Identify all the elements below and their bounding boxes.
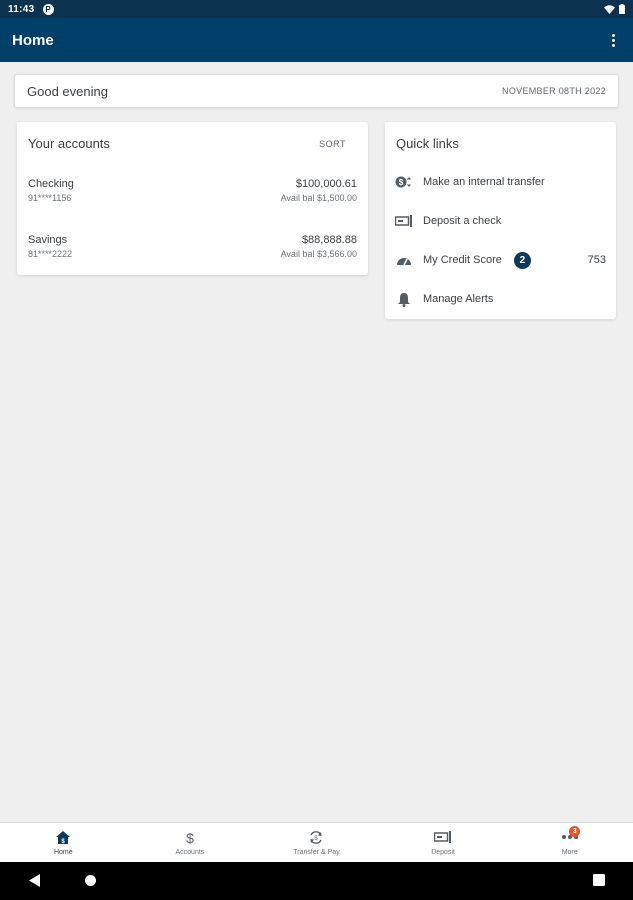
account-row-checking[interactable]: Checking 91****1156 $100,000.61 Avail ba… xyxy=(28,178,357,212)
nav-item-deposit[interactable]: Deposit xyxy=(380,823,507,862)
nav-item-transfer-pay[interactable]: $ Transfer & Pay xyxy=(253,823,380,862)
gauge-icon xyxy=(395,251,413,269)
home-button-icon[interactable] xyxy=(84,874,97,887)
account-number: 91****1156 xyxy=(28,193,72,203)
account-balance: $88,888.88 xyxy=(301,234,357,246)
sort-button[interactable]: SORT xyxy=(319,139,346,149)
quick-link-manage-alerts[interactable]: Manage Alerts xyxy=(395,288,606,310)
quick-link-label: Make an internal transfer xyxy=(423,176,545,188)
quick-links-card: Quick links $ Make an internal transfer … xyxy=(385,122,616,319)
system-navigation-bar xyxy=(0,862,633,900)
page-title: Home xyxy=(12,31,54,49)
status-bar: 11:43 P xyxy=(0,0,633,18)
quick-link-label: Deposit a check xyxy=(423,215,502,227)
more-notification-badge: 3 xyxy=(569,826,581,837)
deposit-icon xyxy=(434,829,452,845)
app-notification-letter: P xyxy=(45,4,51,14)
transfer-pay-icon: $ xyxy=(308,829,324,845)
bottom-navigation: $ Home $ Accounts $ Transfer & Pay Depos… xyxy=(0,822,633,862)
greeting-date: NOVEMBER 08TH 2022 xyxy=(502,86,606,96)
nav-label: Transfer & Pay xyxy=(293,849,340,856)
deposit-check-icon xyxy=(395,212,413,230)
dollar-icon: $ xyxy=(185,829,195,845)
nav-item-home[interactable]: $ Home xyxy=(0,823,127,862)
svg-text:$: $ xyxy=(315,836,319,842)
account-row-savings[interactable]: Savings 81****2222 $88,888.88 Avail bal … xyxy=(28,234,357,268)
account-available-balance: Avail bal $1,500.00 xyxy=(280,193,357,203)
nav-label: Home xyxy=(53,849,73,856)
nav-label: Accounts xyxy=(175,849,205,856)
quick-link-label: My Credit Score xyxy=(423,254,502,266)
quick-links-title: Quick links xyxy=(396,136,459,151)
quick-link-deposit-check[interactable]: Deposit a check xyxy=(395,210,606,232)
svg-text:$: $ xyxy=(186,830,194,845)
account-balance: $100,000.61 xyxy=(295,178,357,190)
nav-label: Deposit xyxy=(431,849,455,856)
overflow-menu-icon[interactable] xyxy=(605,28,621,52)
greeting-text: Good evening xyxy=(27,83,108,99)
app-notification-icon: P xyxy=(42,3,54,15)
account-name: Savings xyxy=(28,234,68,246)
svg-text:$: $ xyxy=(399,178,404,187)
nav-item-accounts[interactable]: $ Accounts xyxy=(127,823,254,862)
greeting-banner: Good evening NOVEMBER 08TH 2022 xyxy=(14,74,619,108)
back-icon[interactable] xyxy=(29,874,41,887)
wifi-icon xyxy=(604,4,615,14)
nav-label: More xyxy=(561,849,578,856)
status-icons xyxy=(604,4,625,14)
nav-item-more[interactable]: 3 More xyxy=(506,823,633,862)
quick-link-credit-score[interactable]: My Credit Score 2 753 xyxy=(395,249,606,271)
bell-icon xyxy=(395,290,413,308)
credit-score-badge: 2 xyxy=(513,251,531,269)
account-number: 81****2222 xyxy=(28,249,73,259)
credit-score-value: 753 xyxy=(587,254,606,266)
quick-link-internal-transfer[interactable]: $ Make an internal transfer xyxy=(395,171,606,193)
accounts-title: Your accounts xyxy=(28,136,110,151)
home-icon: $ xyxy=(56,829,71,845)
quick-link-label: Manage Alerts xyxy=(423,293,494,305)
recents-icon[interactable] xyxy=(593,874,605,886)
account-name: Checking xyxy=(28,178,74,190)
battery-icon xyxy=(619,4,625,14)
app-bar: Home xyxy=(0,18,633,62)
accounts-card: Your accounts SORT Checking 91****1156 $… xyxy=(17,122,368,275)
account-available-balance: Avail bal $3,566.00 xyxy=(280,249,357,259)
status-time: 11:43 xyxy=(8,3,35,15)
transfer-icon: $ xyxy=(395,173,413,191)
